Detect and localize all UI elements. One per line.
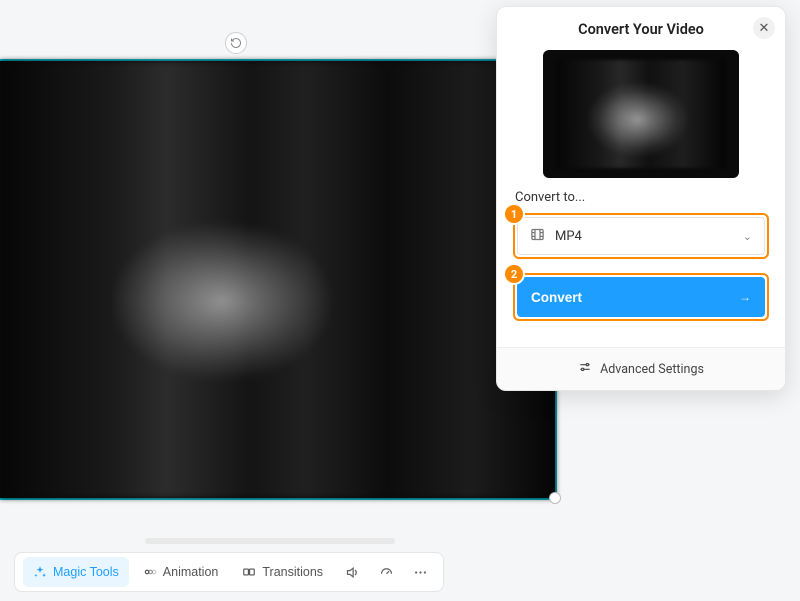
speed-button[interactable] xyxy=(371,557,401,587)
volume-button[interactable] xyxy=(337,557,367,587)
video-thumbnail-container xyxy=(497,48,785,190)
transitions-button[interactable]: Transitions xyxy=(232,557,333,587)
video-canvas[interactable] xyxy=(0,59,557,500)
sliders-icon xyxy=(578,360,592,378)
modal-title: Convert Your Video xyxy=(578,21,704,38)
convert-to-label: Convert to... xyxy=(515,190,769,205)
format-selected-value: MP4 xyxy=(555,229,582,244)
video-thumbnail xyxy=(543,50,739,178)
editor-toolbar: Magic Tools Animation Transitions xyxy=(14,552,444,592)
step-badge-1: 1 xyxy=(505,205,523,223)
close-icon: ✕ xyxy=(759,20,770,36)
volume-icon xyxy=(345,565,360,580)
magic-tools-button[interactable]: Magic Tools xyxy=(23,557,129,587)
format-select-highlight: 1 MP4 ⌄ xyxy=(513,213,769,259)
advanced-settings-label: Advanced Settings xyxy=(600,362,704,377)
advanced-settings-button[interactable]: Advanced Settings xyxy=(497,347,785,390)
more-icon xyxy=(413,565,428,580)
film-icon xyxy=(530,227,545,246)
convert-button[interactable]: Convert → xyxy=(517,277,765,317)
transitions-icon xyxy=(242,565,256,579)
convert-button-label: Convert xyxy=(531,290,582,305)
animation-label: Animation xyxy=(163,565,219,579)
resize-handle[interactable] xyxy=(549,492,561,504)
arrow-right-icon: → xyxy=(739,290,751,304)
animation-button[interactable]: Animation xyxy=(133,557,229,587)
speedometer-icon xyxy=(379,565,394,580)
sparkle-icon xyxy=(33,565,47,579)
animation-icon xyxy=(143,565,157,579)
convert-button-highlight: 2 Convert → xyxy=(513,273,769,321)
timeline-scrub-track[interactable] xyxy=(145,538,395,544)
rotate-handle[interactable] xyxy=(225,32,247,54)
transitions-label: Transitions xyxy=(262,565,323,579)
more-button[interactable] xyxy=(405,557,435,587)
chevron-down-icon: ⌄ xyxy=(743,230,752,243)
step-badge-2: 2 xyxy=(505,265,523,283)
convert-video-modal: Convert Your Video ✕ Convert to... 1 MP4… xyxy=(496,6,786,391)
format-select[interactable]: MP4 ⌄ xyxy=(517,217,765,255)
magic-tools-label: Magic Tools xyxy=(53,565,119,579)
modal-header: Convert Your Video ✕ xyxy=(497,7,785,48)
close-button[interactable]: ✕ xyxy=(753,17,775,39)
